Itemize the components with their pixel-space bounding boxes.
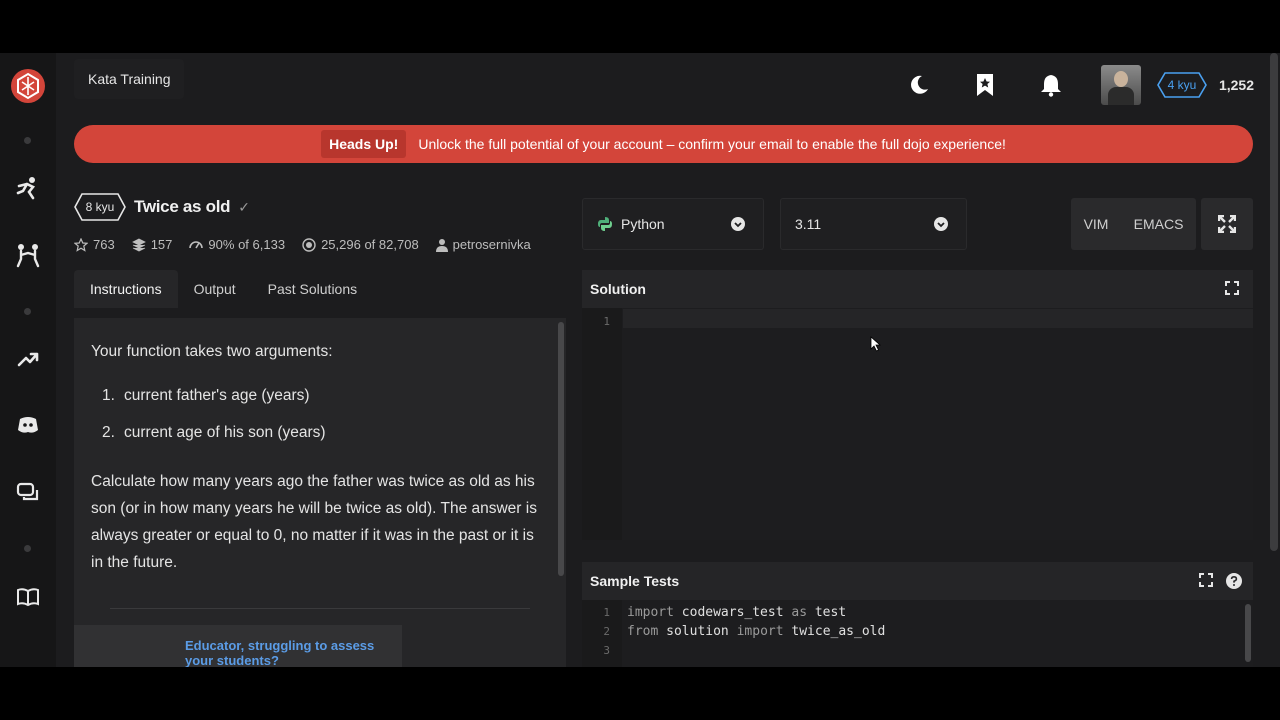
version-value: 3.11 <box>795 216 822 232</box>
expand-icon[interactable] <box>1199 573 1213 587</box>
satisfaction-rate: 90% <box>208 237 235 252</box>
educator-promo[interactable]: Educator, struggling to assess your stud… <box>74 625 566 667</box>
kata-stats: 763 157 90% of 6,133 25,296 of 82,708 pe… <box>74 237 566 252</box>
banner-message: Unlock the full potential of your accoun… <box>418 136 1006 152</box>
satisfaction-votes: of 6,133 <box>238 237 286 252</box>
version-select[interactable]: 3.11 <box>780 198 967 250</box>
sidebar-separator <box>24 137 31 144</box>
description-tabs: Instructions Output Past Solutions <box>74 270 373 308</box>
breadcrumb[interactable]: Kata Training <box>74 59 184 99</box>
sidebar-separator <box>24 308 31 315</box>
argument-list: 1. current father's age (years) 2. current… <box>91 377 541 451</box>
instructions-body: Calculate how many years ago the father … <box>91 473 537 571</box>
collections-stat[interactable]: 157 <box>131 237 173 252</box>
language-select[interactable]: Python <box>582 198 764 250</box>
divider <box>110 608 530 609</box>
python-icon <box>598 217 612 231</box>
solution-editor[interactable]: 1 <box>582 308 1253 540</box>
training-icon[interactable] <box>14 174 42 202</box>
docs-book-icon[interactable] <box>14 583 42 611</box>
instructions-intro: Your function takes two arguments: <box>91 343 333 360</box>
author-stat[interactable]: petrosernivka <box>435 237 531 252</box>
kata-title: Twice as old <box>134 197 231 216</box>
attempted-count: of 82,708 <box>364 237 419 252</box>
satisfaction-stat: 90% of 6,133 <box>189 237 285 252</box>
banner-tag: Heads Up! <box>321 130 407 158</box>
chevron-down-icon <box>934 217 948 231</box>
gauge-icon <box>189 240 204 248</box>
sidebar <box>0 53 56 667</box>
kata-rank-badge: 8 kyu <box>74 193 126 221</box>
bookmark-star-icon[interactable] <box>969 69 1001 101</box>
user-avatar[interactable] <box>1100 65 1141 105</box>
completed-count: 25,296 <box>321 237 361 252</box>
page-scrollbar[interactable] <box>1270 53 1278 551</box>
email-confirm-banner[interactable]: Heads Up! Unlock the full potential of y… <box>74 125 1253 163</box>
honor-score: 1,252 <box>1218 77 1254 93</box>
checkmark-icon: ✓ <box>238 198 250 215</box>
codewars-logo-icon[interactable] <box>10 68 46 104</box>
list-item: 2. current age of his son (years) <box>102 424 326 441</box>
editor-mode-toggle: VIM EMACS <box>1071 198 1196 250</box>
instructions-panel: Your function takes two arguments: 1. cur… <box>74 318 566 667</box>
educator-promo-link[interactable]: Educator, struggling to assess your stud… <box>185 638 385 667</box>
app-frame: Kata Training 4 kyu 1,252 Heads Up! Unlo… <box>0 53 1280 667</box>
target-icon <box>302 237 316 252</box>
kata-rank-label: 8 kyu <box>85 200 115 214</box>
user-rank-badge[interactable]: 4 kyu <box>1157 72 1207 98</box>
code-line: 3 <box>603 644 610 657</box>
kata-header: 8 kyu Twice as old ✓ <box>74 191 250 223</box>
code-line: 1 <box>603 315 610 328</box>
expand-icon[interactable] <box>1225 281 1239 295</box>
sidebar-separator <box>24 545 31 552</box>
kumite-icon[interactable] <box>14 241 42 269</box>
code-line: 2 from solution import twice_as_old <box>603 624 886 639</box>
solution-header: Solution <box>582 270 1253 308</box>
sample-tests-title: Sample Tests <box>590 573 680 589</box>
completed-stat: 25,296 of 82,708 <box>302 237 419 252</box>
stars-stat[interactable]: 763 <box>74 237 115 252</box>
sample-tests-header: Sample Tests <box>582 562 1253 600</box>
help-icon[interactable] <box>1226 573 1242 589</box>
leaderboards-icon[interactable] <box>14 345 42 373</box>
star-icon <box>74 237 88 252</box>
stars-count: 763 <box>93 237 115 252</box>
list-item: 1. current father's age (years) <box>102 387 310 404</box>
dark-mode-moon-icon[interactable] <box>903 69 935 101</box>
collections-count: 157 <box>150 237 173 252</box>
chevron-down-icon <box>731 217 745 231</box>
tab-past-solutions[interactable]: Past Solutions <box>252 270 374 308</box>
user-icon <box>435 238 448 252</box>
mouse-cursor-icon <box>870 336 882 352</box>
tab-instructions[interactable]: Instructions <box>74 270 178 308</box>
emacs-mode-button[interactable]: EMACS <box>1134 216 1184 232</box>
vim-mode-button[interactable]: VIM <box>1084 216 1109 232</box>
language-value: Python <box>621 216 665 232</box>
user-rank-label: 4 kyu <box>1167 78 1197 92</box>
sample-tests-editor[interactable]: 1 import codewars_test as test 2 from so… <box>582 600 1253 667</box>
expand-icon <box>1218 215 1236 233</box>
notifications-bell-icon[interactable] <box>1035 69 1067 101</box>
author-name: petrosernivka <box>452 237 531 252</box>
discussions-icon[interactable] <box>14 479 42 507</box>
tab-output[interactable]: Output <box>178 270 252 308</box>
instructions-scrollbar[interactable] <box>558 322 564 576</box>
layers-icon <box>131 238 146 251</box>
tests-scrollbar[interactable] <box>1245 604 1251 662</box>
discord-icon[interactable] <box>14 411 42 439</box>
fullscreen-button[interactable] <box>1201 198 1253 250</box>
code-line: 1 import codewars_test as test <box>603 605 847 620</box>
top-bar-actions: 4 kyu 1,252 <box>903 65 1280 105</box>
solution-title: Solution <box>590 281 646 297</box>
